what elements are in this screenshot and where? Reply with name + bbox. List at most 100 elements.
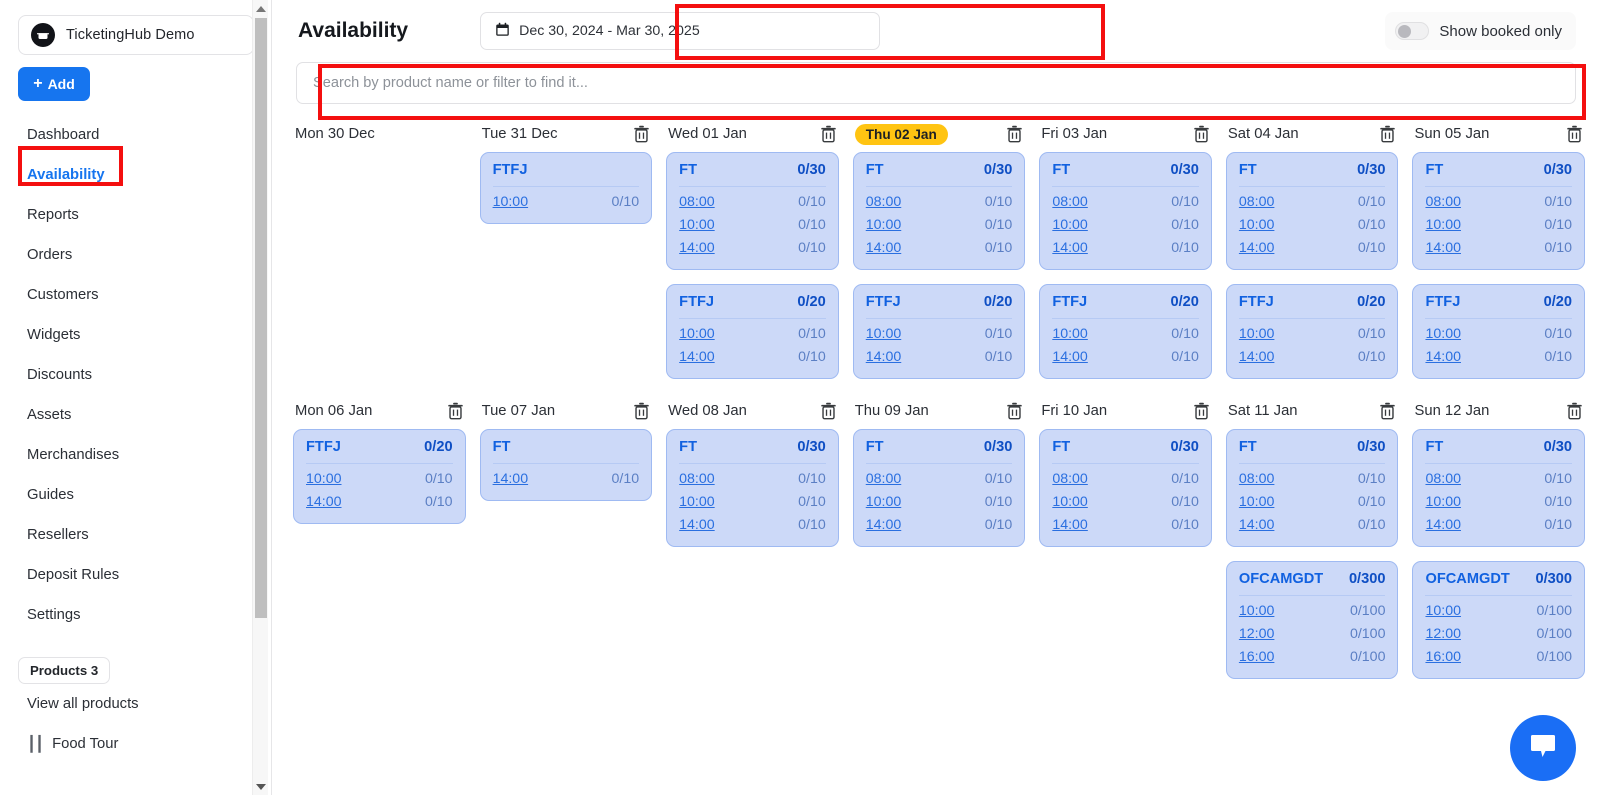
delete-day-button[interactable] (1566, 125, 1583, 143)
scrollbar-thumb[interactable] (255, 18, 267, 618)
availability-card[interactable]: FTFJ 10:00 0/10 (479, 152, 653, 224)
time-slot-link[interactable]: 08:00 (1239, 194, 1275, 210)
sidebar-item-view-all-products[interactable]: View all products (0, 684, 272, 724)
time-slot-link[interactable]: 10:00 (679, 494, 715, 510)
availability-card[interactable]: FTFJ 0/20 10:00 0/10 14:00 0/10 (1039, 284, 1212, 379)
time-slot-link[interactable]: 14:00 (866, 349, 902, 365)
time-slot-link[interactable]: 14:00 (1425, 349, 1461, 365)
availability-card[interactable]: OFCAMGDT 0/300 10:00 0/100 12:00 0/100 16:00 0/… (1412, 561, 1586, 679)
time-slot-link[interactable]: 14:00 (1052, 349, 1088, 365)
time-slot-link[interactable]: 14:00 (1425, 517, 1461, 533)
time-slot-link[interactable]: 14:00 (493, 471, 529, 487)
availability-card[interactable]: FT 0/30 08:00 0/10 10:00 0/10 14:00 0/10 (852, 429, 1026, 547)
time-slot-link[interactable]: 14:00 (679, 517, 715, 533)
time-slot-link[interactable]: 10:00 (1425, 217, 1461, 233)
time-slot-link[interactable]: 08:00 (1425, 194, 1461, 210)
time-slot-link[interactable]: 08:00 (1052, 194, 1088, 210)
time-slot-link[interactable]: 10:00 (1425, 603, 1461, 619)
availability-card[interactable]: FT 0/30 08:00 0/10 10:00 0/10 14:00 0/10 (852, 152, 1026, 270)
availability-card[interactable]: FTFJ 0/20 10:00 0/10 14:00 0/10 (1412, 284, 1586, 379)
sidebar-item-guides[interactable]: Guides (0, 475, 272, 515)
time-slot-link[interactable]: 10:00 (679, 217, 715, 233)
availability-card[interactable]: FT 0/30 08:00 0/10 10:00 0/10 14:00 0/10 (1412, 152, 1586, 270)
sidebar-item-orders[interactable]: Orders (0, 235, 272, 275)
time-slot-link[interactable]: 14:00 (1239, 349, 1275, 365)
delete-day-button[interactable] (1006, 402, 1023, 420)
time-slot-link[interactable]: 10:00 (1239, 326, 1275, 342)
delete-day-button[interactable] (820, 402, 837, 420)
time-slot-link[interactable]: 08:00 (1425, 471, 1461, 487)
time-slot-link[interactable]: 10:00 (1239, 217, 1275, 233)
time-slot-link[interactable]: 10:00 (493, 194, 529, 210)
time-slot-link[interactable]: 08:00 (679, 194, 715, 210)
availability-card[interactable]: FT 0/30 08:00 0/10 10:00 0/10 14:00 0/10 (1039, 152, 1212, 270)
sidebar-item-deposit-rules[interactable]: Deposit Rules (0, 555, 272, 595)
workspace-switcher[interactable]: TicketingHub Demo (18, 15, 254, 55)
date-range-picker[interactable]: Dec 30, 2024 - Mar 30, 2025 (480, 12, 881, 50)
time-slot-link[interactable]: 14:00 (1239, 517, 1275, 533)
time-slot-link[interactable]: 14:00 (679, 349, 715, 365)
delete-day-button[interactable] (1379, 125, 1396, 143)
delete-day-button[interactable] (633, 402, 650, 420)
delete-day-button[interactable] (447, 402, 464, 420)
time-slot-link[interactable]: 14:00 (866, 517, 902, 533)
time-slot-link[interactable]: 08:00 (1239, 471, 1275, 487)
time-slot-link[interactable]: 10:00 (1052, 494, 1088, 510)
time-slot-link[interactable]: 10:00 (1052, 326, 1088, 342)
time-slot-link[interactable]: 08:00 (866, 194, 902, 210)
availability-card[interactable]: FTFJ 0/20 10:00 0/10 14:00 0/10 (666, 284, 839, 379)
time-slot-link[interactable]: 10:00 (679, 326, 715, 342)
time-slot-link[interactable]: 12:00 (1425, 626, 1461, 642)
availability-card[interactable]: FT 0/30 08:00 0/10 10:00 0/10 14:00 0/10 (666, 429, 839, 547)
time-slot-link[interactable]: 16:00 (1425, 649, 1461, 665)
delete-day-button[interactable] (1193, 402, 1210, 420)
drag-handle-icon[interactable]: ┃┃ (27, 737, 44, 752)
time-slot-link[interactable]: 14:00 (1425, 240, 1461, 256)
time-slot-link[interactable]: 10:00 (1425, 326, 1461, 342)
sidebar-scrollbar[interactable] (252, 0, 268, 795)
time-slot-link[interactable]: 10:00 (1425, 494, 1461, 510)
sidebar-item-resellers[interactable]: Resellers (0, 515, 272, 555)
availability-card[interactable]: FTFJ 0/20 10:00 0/10 14:00 0/10 (852, 284, 1026, 379)
time-slot-link[interactable]: 14:00 (1052, 240, 1088, 256)
delete-day-button[interactable] (1379, 402, 1396, 420)
time-slot-link[interactable]: 10:00 (866, 326, 902, 342)
sidebar-item-customers[interactable]: Customers (0, 275, 272, 315)
sidebar-item-settings[interactable]: Settings (0, 595, 272, 635)
chat-widget-button[interactable] (1510, 715, 1576, 781)
availability-card[interactable]: FT 0/30 08:00 0/10 10:00 0/10 14:00 0/10 (1225, 152, 1399, 270)
time-slot-link[interactable]: 10:00 (1239, 494, 1275, 510)
time-slot-link[interactable]: 08:00 (1052, 471, 1088, 487)
availability-card[interactable]: FTFJ 0/20 10:00 0/10 14:00 0/10 (1225, 284, 1399, 379)
time-slot-link[interactable]: 14:00 (866, 240, 902, 256)
availability-card[interactable]: FT 0/30 08:00 0/10 10:00 0/10 14:00 0/10 (1225, 429, 1399, 547)
show-booked-only-toggle[interactable]: Show booked only (1385, 12, 1576, 50)
scroll-down-arrow-icon[interactable] (253, 778, 269, 795)
toggle-track[interactable] (1395, 22, 1430, 40)
availability-card[interactable]: FT 0/30 08:00 0/10 10:00 0/10 14:00 0/10 (1412, 429, 1586, 547)
availability-card[interactable]: OFCAMGDT 0/300 10:00 0/100 12:00 0/100 16:00 0/… (1225, 561, 1399, 679)
sidebar-item-reports[interactable]: Reports (0, 195, 272, 235)
time-slot-link[interactable]: 08:00 (866, 471, 902, 487)
search-input[interactable] (296, 62, 1576, 104)
time-slot-link[interactable]: 12:00 (1239, 626, 1275, 642)
availability-card[interactable]: FT 0/30 08:00 0/10 10:00 0/10 14:00 0/10 (666, 152, 839, 270)
availability-card[interactable]: FT 0/30 08:00 0/10 10:00 0/10 14:00 0/10 (1039, 429, 1212, 547)
time-slot-link[interactable]: 10:00 (866, 494, 902, 510)
add-button[interactable]: + Add (18, 67, 90, 101)
time-slot-link[interactable]: 16:00 (1239, 649, 1275, 665)
sidebar-item-merchandises[interactable]: Merchandises (0, 435, 272, 475)
time-slot-link[interactable]: 10:00 (1239, 603, 1275, 619)
availability-card[interactable]: FTFJ 0/20 10:00 0/10 14:00 0/10 (293, 429, 466, 524)
delete-day-button[interactable] (1193, 125, 1210, 143)
sidebar-item-discounts[interactable]: Discounts (0, 355, 272, 395)
time-slot-link[interactable]: 10:00 (306, 471, 342, 487)
time-slot-link[interactable]: 14:00 (1239, 240, 1275, 256)
sidebar-item-dashboard[interactable]: Dashboard (0, 115, 272, 155)
availability-card[interactable]: FT 14:00 0/10 (479, 429, 653, 501)
delete-day-button[interactable] (820, 125, 837, 143)
sidebar-item-food-tour[interactable]: ┃┃ Food Tour (0, 724, 272, 764)
time-slot-link[interactable]: 10:00 (866, 217, 902, 233)
sidebar-item-widgets[interactable]: Widgets (0, 315, 272, 355)
sidebar-item-availability[interactable]: Availability (0, 155, 272, 195)
